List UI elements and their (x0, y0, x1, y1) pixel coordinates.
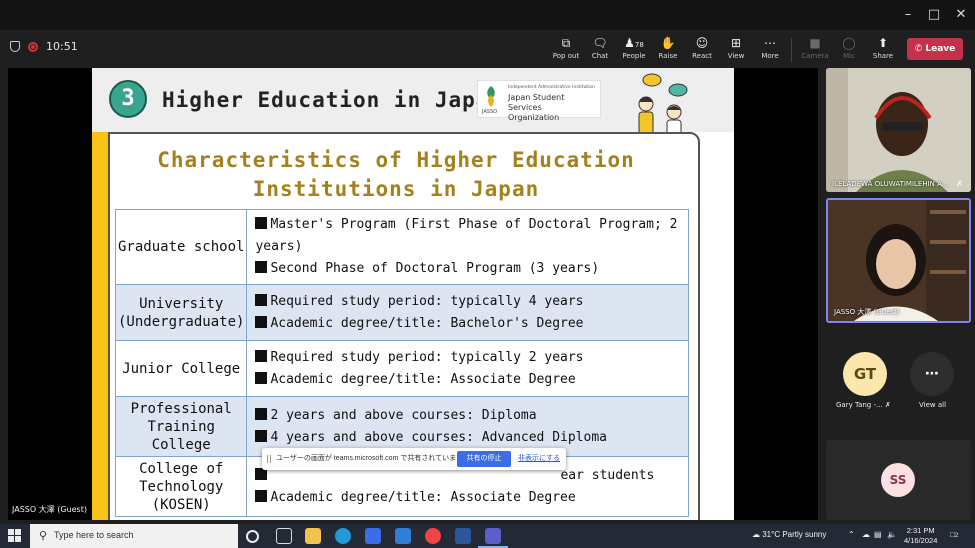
jasso-logo: JASSO Independent Administrative Institu… (477, 80, 601, 122)
leave-button[interactable]: ✆ Leave (907, 38, 963, 60)
window-title-bar: – □ ✕ (0, 0, 975, 30)
slide-title: Higher Education in Japan (162, 88, 504, 112)
table-row: University (Undergraduate) Required study… (114, 284, 689, 341)
bullet-square-icon (255, 315, 268, 328)
mic-off-icon: ✗ (884, 401, 891, 409)
category-cell: University (Undergraduate) (114, 284, 248, 341)
category-cell: Junior College (114, 340, 248, 397)
institutions-table: Graduate school Master's Program (First … (114, 209, 689, 517)
task-view-icon[interactable] (276, 528, 292, 544)
participant-avatar[interactable]: GT (843, 352, 887, 396)
share-message: ユーザーの画面が teams.microsoft.com で共有されています。 (276, 455, 470, 462)
participant-name: JASSO 大澤 (Guest) (834, 308, 900, 316)
presenter-name: JASSO 大澤 (Guest) (12, 505, 87, 514)
close-icon[interactable]: ✕ (948, 4, 974, 26)
participant-video-tile-active[interactable]: JASSO 大澤 (Guest) (826, 198, 971, 323)
details-cell: Master's Program (First Phase of Doctora… (246, 209, 689, 285)
meeting-timer: 10:51 (46, 40, 78, 53)
teams-icon[interactable] (485, 528, 501, 544)
store-icon[interactable] (365, 528, 381, 544)
bullet-square-icon (255, 349, 268, 362)
category-cell: Graduate school (114, 209, 248, 285)
mail-icon[interactable] (395, 528, 411, 544)
recording-icon (28, 41, 38, 52)
table-row: Junior College Required study period: ty… (114, 340, 689, 397)
shared-slide: 3 Higher Education in Japan JASSO Indepe… (92, 68, 734, 520)
meeting-status: 10:51 (10, 40, 78, 53)
teams-meeting-window: – □ ✕ 10:51 ⧉ Pop out 🗨 Chat ♟78 People … (0, 0, 975, 548)
cortana-icon[interactable] (246, 530, 259, 543)
bullet-square-icon (255, 407, 268, 420)
windows-start-icon[interactable] (8, 529, 22, 543)
category-cell: Professional Training College (114, 396, 248, 457)
people-count: 78 (634, 41, 644, 49)
category-cell: College of Technology (KOSEN) (114, 456, 248, 517)
details-cell: Required study period: typically 2 years… (246, 340, 689, 397)
more-icon: ⋯ (925, 366, 939, 382)
stop-sharing-button[interactable]: 共有の停止 (457, 451, 511, 467)
mic-off-icon: ✗ (956, 179, 963, 188)
bullet-square-icon (255, 217, 268, 229)
more-icon: ⋯ (764, 36, 776, 50)
meeting-toolbar: 10:51 ⧉ Pop out 🗨 Chat ♟78 People ✋ Rais… (0, 30, 975, 68)
maximize-icon[interactable]: □ (921, 4, 947, 26)
view-all-button[interactable]: ⋯ (910, 352, 954, 396)
phone-icon: ✆ (914, 44, 926, 54)
network-icon[interactable]: ▤ (874, 530, 882, 539)
bullet-square-icon (255, 429, 268, 442)
slide-heading: Characteristics of Higher Education Inst… (157, 148, 635, 201)
file-explorer-icon[interactable] (305, 528, 321, 544)
shield-icon (10, 41, 20, 52)
participant-name: Gary Tang -... ✗ (836, 401, 891, 409)
word-icon[interactable] (455, 528, 471, 544)
windows-taskbar: ⚲ Type here to search ☁ 31°C Partly sunn… (0, 524, 975, 548)
hide-link[interactable]: 非表示にする (518, 453, 560, 463)
participant-video (826, 68, 971, 192)
toolbar-divider (791, 38, 792, 62)
table-row: Graduate school Master's Program (First … (114, 209, 689, 285)
participant-video (828, 200, 969, 321)
view-all-label: View all (919, 401, 947, 409)
taskbar-clock[interactable]: 2:31 PM 4/16/2024 (904, 526, 937, 546)
section-number-badge: 3 (109, 80, 147, 118)
more-button[interactable]: ⋯ More (750, 35, 790, 65)
people-icon: ♟ (624, 36, 635, 50)
participant-video-tile[interactable]: ILELADEWA OLUWATIMILEHIN A... ✗ (826, 68, 971, 192)
screen-share-notification: ユーザーの画面が teams.microsoft.com で共有されています。 … (262, 448, 566, 470)
chrome-icon[interactable] (425, 528, 441, 544)
participant-avatar[interactable]: SS (881, 463, 915, 497)
search-placeholder: Type here to search (54, 530, 134, 540)
chevron-up-icon[interactable]: ⌃ (848, 530, 855, 539)
volume-icon[interactable]: 🔈 (887, 530, 897, 539)
onedrive-icon[interactable]: ☁ (862, 530, 870, 539)
bullet-square-icon (255, 489, 268, 502)
drag-handle-icon[interactable] (267, 455, 271, 463)
weather-icon: ☁ (752, 530, 763, 539)
bullet-square-icon (255, 261, 268, 273)
search-icon: ⚲ (39, 529, 48, 542)
share-button[interactable]: ⬆ Share (863, 35, 903, 65)
taskbar-search-box[interactable]: ⚲ Type here to search (30, 524, 238, 548)
bullet-square-icon (255, 371, 268, 384)
minimize-icon[interactable]: – (895, 4, 921, 26)
bullet-square-icon (255, 293, 268, 306)
details-cell: Required study period: typically 4 years… (246, 284, 689, 341)
weather-widget[interactable]: ☁ 31°C Partly sunny (752, 530, 826, 539)
jasso-leaf-icon (487, 86, 495, 107)
notification-center-icon[interactable]: □2 (950, 530, 958, 539)
edge-icon[interactable] (335, 528, 351, 544)
share-icon: ⬆ (877, 36, 889, 50)
participant-name: ILELADEWA OLUWATIMILEHIN A... (832, 180, 949, 188)
